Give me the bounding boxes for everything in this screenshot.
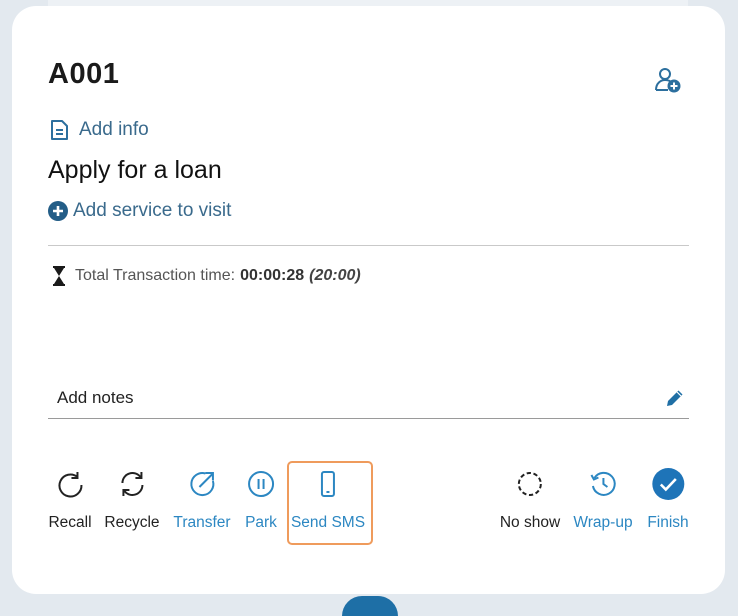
document-icon xyxy=(51,120,68,140)
recycle-button[interactable]: Recycle xyxy=(104,464,160,532)
pencil-icon xyxy=(667,390,683,406)
add-info-link[interactable]: Add info xyxy=(48,119,149,141)
park-button[interactable]: Park xyxy=(245,464,277,532)
send-sms-button[interactable]: Send SMS xyxy=(291,464,365,532)
transaction-time-value: 00:00:28 xyxy=(240,267,305,284)
ticket-number: A001 xyxy=(48,58,120,90)
finish-label: Finish xyxy=(647,514,689,531)
recycle-label: Recycle xyxy=(104,514,160,531)
phone-icon xyxy=(320,471,335,497)
no-show-label: No show xyxy=(499,514,561,531)
finish-button[interactable]: Finish xyxy=(647,464,689,532)
recycle-icon xyxy=(120,472,143,496)
divider xyxy=(48,245,689,246)
add-service-link[interactable]: Add service to visit xyxy=(48,200,231,222)
recall-icon xyxy=(58,472,82,498)
add-customer-button[interactable] xyxy=(652,64,684,96)
service-name: Apply for a loan xyxy=(48,156,222,184)
notes-label: Add notes xyxy=(57,388,134,407)
pause-icon xyxy=(248,471,274,497)
send-sms-label: Send SMS xyxy=(290,514,366,531)
bottom-tab-handle[interactable] xyxy=(342,596,398,616)
check-circle-icon xyxy=(651,468,684,500)
add-service-label: Add service to visit xyxy=(73,200,232,221)
notes-field[interactable]: Add notes xyxy=(48,378,689,419)
add-user-icon xyxy=(655,68,681,93)
transaction-label: Total Transaction time: xyxy=(75,267,236,284)
transfer-label: Transfer xyxy=(173,514,231,531)
recall-button[interactable]: Recall xyxy=(48,464,92,532)
hourglass-icon xyxy=(53,266,65,286)
wrap-up-label: Wrap-up xyxy=(573,514,633,531)
add-info-label: Add info xyxy=(79,119,149,140)
transaction-time: Total Transaction time: 00:00:28 (20:00) xyxy=(52,266,361,286)
transaction-limit: (20:00) xyxy=(309,267,361,284)
no-show-button[interactable]: No show xyxy=(500,464,560,532)
transfer-icon xyxy=(189,472,214,497)
wrap-up-button[interactable]: Wrap-up xyxy=(573,464,633,532)
no-show-icon xyxy=(518,472,542,496)
transfer-button[interactable]: Transfer xyxy=(173,464,231,532)
history-icon xyxy=(590,471,616,496)
park-label: Park xyxy=(245,514,277,531)
plus-circle-icon xyxy=(48,201,68,221)
edit-notes-button[interactable] xyxy=(665,388,685,408)
recall-label: Recall xyxy=(48,514,92,531)
